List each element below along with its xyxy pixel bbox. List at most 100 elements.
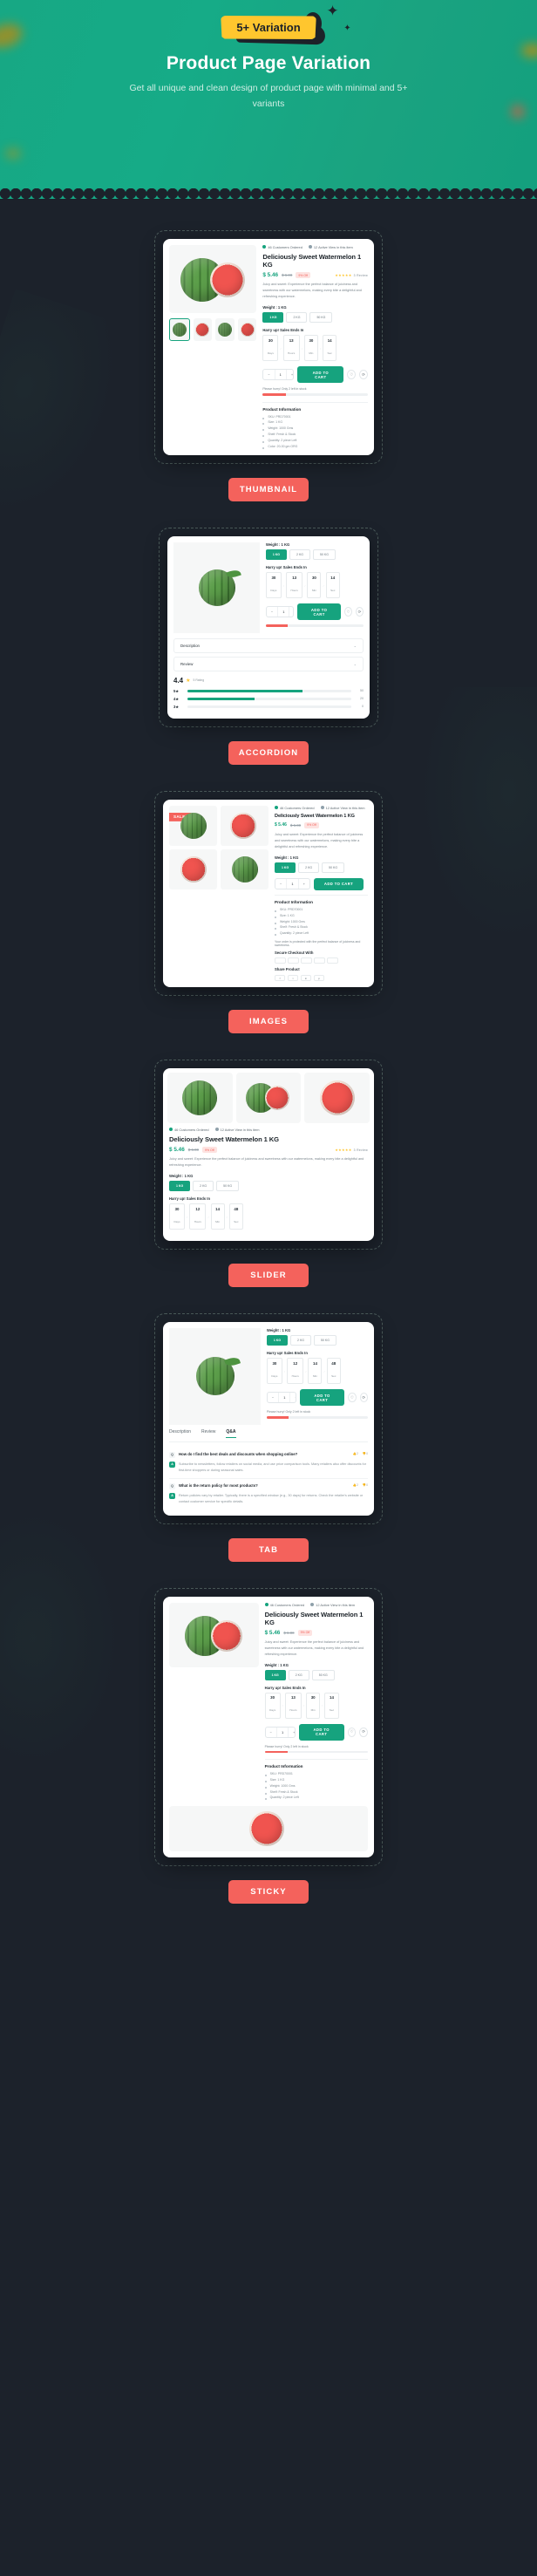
accordion-item-description[interactable]: Description ⌄ xyxy=(173,637,364,653)
qty-decrement[interactable]: − xyxy=(266,1728,276,1737)
add-to-cart-button[interactable]: ADD TO CART xyxy=(297,366,344,384)
quantity-stepper[interactable]: − 1 + xyxy=(266,1392,296,1404)
qty-value[interactable]: 1 xyxy=(277,607,290,617)
product-main-image[interactable] xyxy=(173,542,260,633)
qty-decrement[interactable]: − xyxy=(267,607,277,617)
product-main-image[interactable] xyxy=(169,1602,259,1667)
compare-icon[interactable]: ⟳ xyxy=(359,1727,368,1737)
slider-image[interactable] xyxy=(235,1073,302,1124)
thumbnail-item[interactable] xyxy=(237,318,257,341)
slider-image[interactable] xyxy=(304,1073,370,1124)
qty-value[interactable]: 1 xyxy=(278,1393,291,1403)
weight-option-1kg[interactable]: 1 KG xyxy=(265,549,288,561)
answer-text: Subscribe to newsletters, follow retaile… xyxy=(179,1462,366,1472)
weight-option-1kg[interactable]: 1 KG xyxy=(264,1669,286,1680)
tab-bar[interactable]: Description Review Q&A xyxy=(169,1429,368,1442)
qty-increment[interactable]: + xyxy=(287,370,293,379)
weight-option-1kg[interactable]: 1 KG xyxy=(262,312,284,324)
downvote-icon[interactable]: 👎0 xyxy=(363,1483,368,1487)
weight-options[interactable]: 1 KG 2 KG 50 KG xyxy=(275,862,368,873)
upvote-icon[interactable]: 👍2 xyxy=(353,1452,358,1455)
weight-option-50kg[interactable]: 50 KG xyxy=(216,1181,240,1192)
qty-value[interactable]: 1 xyxy=(274,370,287,380)
quantity-stepper[interactable]: − 1 + xyxy=(275,878,310,890)
label-tab[interactable]: TAB xyxy=(228,1537,309,1562)
weight-option-50kg[interactable]: 50 KG xyxy=(309,312,333,324)
gallery-image[interactable] xyxy=(221,805,268,846)
tab-description[interactable]: Description xyxy=(169,1429,191,1438)
image-slider[interactable] xyxy=(163,1068,374,1128)
upvote-icon[interactable]: 👍2 xyxy=(353,1483,358,1487)
weight-option-1kg[interactable]: 1 KG xyxy=(275,862,296,873)
wishlist-icon[interactable]: ♡ xyxy=(343,607,352,617)
qty-value[interactable]: 1 xyxy=(275,1727,289,1737)
thumbnail-strip[interactable] xyxy=(169,313,257,341)
qty-increment[interactable]: + xyxy=(299,879,309,889)
weight-option-50kg[interactable]: 50 KG xyxy=(314,1335,336,1346)
tab-review[interactable]: Review xyxy=(201,1429,215,1438)
wishlist-icon[interactable]: ♡ xyxy=(347,370,357,380)
accordion-item-review[interactable]: Review ⌄ xyxy=(173,656,364,671)
weight-option-1kg[interactable]: 1 KG xyxy=(266,1335,289,1346)
downvote-icon[interactable]: 👎0 xyxy=(363,1452,368,1455)
tab-qa[interactable]: Q&A xyxy=(226,1429,236,1438)
pinterest-icon[interactable]: p xyxy=(314,975,324,982)
facebook-icon[interactable]: f xyxy=(275,975,285,982)
weight-options[interactable]: 1 KG 2 KG 50 KG xyxy=(262,312,368,324)
twitter-icon[interactable]: t xyxy=(288,975,298,982)
compare-icon[interactable]: ⟳ xyxy=(355,607,364,617)
qty-value[interactable]: 1 xyxy=(286,879,299,889)
weight-option-2kg[interactable]: 2 KG xyxy=(298,862,320,873)
weight-option-50kg[interactable]: 50 KG xyxy=(311,1669,335,1680)
qty-decrement[interactable]: − xyxy=(263,370,274,379)
gallery-image[interactable] xyxy=(169,805,217,846)
weight-options[interactable]: 1 KG 2 KG 50 KG xyxy=(169,1181,368,1192)
product-gallery-image[interactable] xyxy=(169,1806,368,1852)
gallery-image[interactable] xyxy=(169,848,217,889)
weight-option-2kg[interactable]: 2 KG xyxy=(288,1669,309,1680)
add-to-cart-button[interactable]: ADD TO CART xyxy=(298,1723,344,1741)
compare-icon[interactable]: ⟳ xyxy=(359,1393,368,1403)
wishlist-icon[interactable]: ♡ xyxy=(348,1393,357,1403)
weight-option-50kg[interactable]: 50 KG xyxy=(322,862,345,873)
quantity-stepper[interactable]: − 1 + xyxy=(262,369,295,381)
thumbnail-item[interactable] xyxy=(193,318,213,341)
weight-option-1kg[interactable]: 1 KG xyxy=(169,1181,191,1192)
label-slider[interactable]: SLIDER xyxy=(228,1264,309,1288)
weight-options[interactable]: 1 KG 2 KG 50 KG xyxy=(264,1669,368,1680)
thumbnail-item[interactable] xyxy=(215,318,235,341)
vote-controls[interactable]: 👍2 👎0 xyxy=(353,1452,368,1455)
compare-icon[interactable]: ⟳ xyxy=(359,370,368,380)
slider-image[interactable] xyxy=(167,1073,233,1124)
linkedin-icon[interactable]: in xyxy=(301,975,311,982)
label-thumbnail[interactable]: THUMBNAIL xyxy=(228,478,309,502)
gallery-image[interactable] xyxy=(221,848,268,889)
weight-option-2kg[interactable]: 2 KG xyxy=(286,312,308,324)
qty-decrement[interactable]: − xyxy=(268,1393,278,1402)
wishlist-icon[interactable]: ♡ xyxy=(347,1727,357,1737)
qty-increment[interactable]: + xyxy=(290,1393,296,1402)
label-sticky[interactable]: STICKY xyxy=(228,1880,309,1905)
quantity-stepper[interactable]: − 1 + xyxy=(264,1726,296,1738)
product-main-image[interactable] xyxy=(169,1328,261,1425)
rating-summary: 4.4 ★ 5 Rating xyxy=(173,677,364,685)
add-to-cart-button[interactable]: ADD TO CART xyxy=(299,1389,345,1407)
add-to-cart-button[interactable]: ADD TO CART xyxy=(297,603,341,621)
social-share[interactable]: f t in p xyxy=(275,975,368,982)
add-to-cart-button[interactable]: ADD TO CART xyxy=(313,877,364,890)
weight-option-2kg[interactable]: 2 KG xyxy=(289,549,311,561)
quantity-stepper[interactable]: − 1 + xyxy=(265,606,295,618)
qty-increment[interactable]: + xyxy=(289,1728,294,1737)
weight-options[interactable]: 1 KG 2 KG 50 KG xyxy=(265,549,364,561)
label-images[interactable]: IMAGES xyxy=(228,1010,309,1034)
label-accordion[interactable]: ACCORDION xyxy=(228,740,309,765)
weight-option-50kg[interactable]: 50 KG xyxy=(313,549,336,561)
vote-controls[interactable]: 👍2 👎0 xyxy=(353,1483,368,1487)
product-main-image[interactable] xyxy=(169,245,257,313)
thumbnail-item[interactable] xyxy=(169,318,190,341)
weight-options[interactable]: 1 KG 2 KG 50 KG xyxy=(266,1335,368,1346)
weight-option-2kg[interactable]: 2 KG xyxy=(290,1335,312,1346)
weight-option-2kg[interactable]: 2 KG xyxy=(193,1181,214,1192)
qty-increment[interactable]: + xyxy=(289,607,293,617)
qty-decrement[interactable]: − xyxy=(275,879,286,889)
